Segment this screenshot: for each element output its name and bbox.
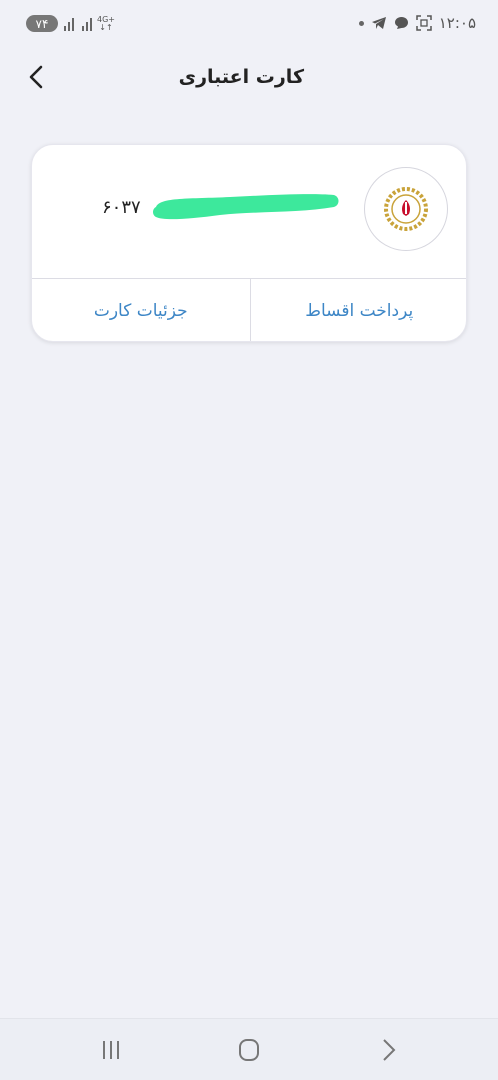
- bank-melli-logo-icon: [384, 187, 428, 231]
- screenshot-icon: [415, 15, 432, 31]
- chevron-left-icon: [29, 65, 43, 89]
- pay-installments-label: پرداخت اقساط: [305, 301, 414, 321]
- signal-icon: [64, 17, 76, 31]
- pay-installments-button[interactable]: پرداخت اقساط: [251, 279, 467, 341]
- data-arrows-icon: ↓↑: [99, 22, 113, 32]
- clock: ۱۲:۰۵: [438, 14, 476, 32]
- system-nav-bar: [0, 1018, 498, 1080]
- card-actions: جزئیات کارت پرداخت اقساط: [32, 279, 467, 341]
- status-right: ۱۲:۰۵: [358, 14, 476, 32]
- dot-icon: [358, 20, 364, 26]
- bank-logo: [364, 167, 448, 251]
- nav-back-button[interactable]: [374, 1037, 404, 1063]
- battery-indicator: ۷۴: [26, 15, 58, 32]
- card-info: ۶۰۳۷: [32, 145, 466, 279]
- status-left: ۷۴ 4G+ ↓↑: [26, 15, 115, 32]
- signal-icon-2: [82, 17, 94, 31]
- back-icon: [383, 1039, 396, 1061]
- status-bar: ۷۴ 4G+ ↓↑ ۱۲:۰۵: [0, 0, 498, 50]
- credit-card[interactable]: ۶۰۳۷ جزئیات کارت پرداخت اقساط: [31, 144, 467, 342]
- card-number: ۶۰۳۷: [102, 197, 141, 218]
- recent-apps-icon: [103, 1041, 119, 1059]
- page-title: کارت اعتباری: [178, 66, 304, 88]
- battery-level: ۷۴: [35, 16, 49, 31]
- telegram-icon: [371, 17, 386, 29]
- redaction-mark: [153, 194, 339, 220]
- home-icon: [239, 1039, 259, 1061]
- network-type: 4G+ ↓↑: [97, 15, 115, 32]
- card-details-button[interactable]: جزئیات کارت: [32, 279, 250, 341]
- back-button[interactable]: [22, 62, 52, 92]
- header: کارت اعتباری: [0, 50, 498, 110]
- message-icon: [394, 17, 408, 29]
- recent-apps-button[interactable]: [96, 1037, 126, 1063]
- card-details-label: جزئیات کارت: [93, 301, 188, 321]
- home-button[interactable]: [234, 1037, 264, 1063]
